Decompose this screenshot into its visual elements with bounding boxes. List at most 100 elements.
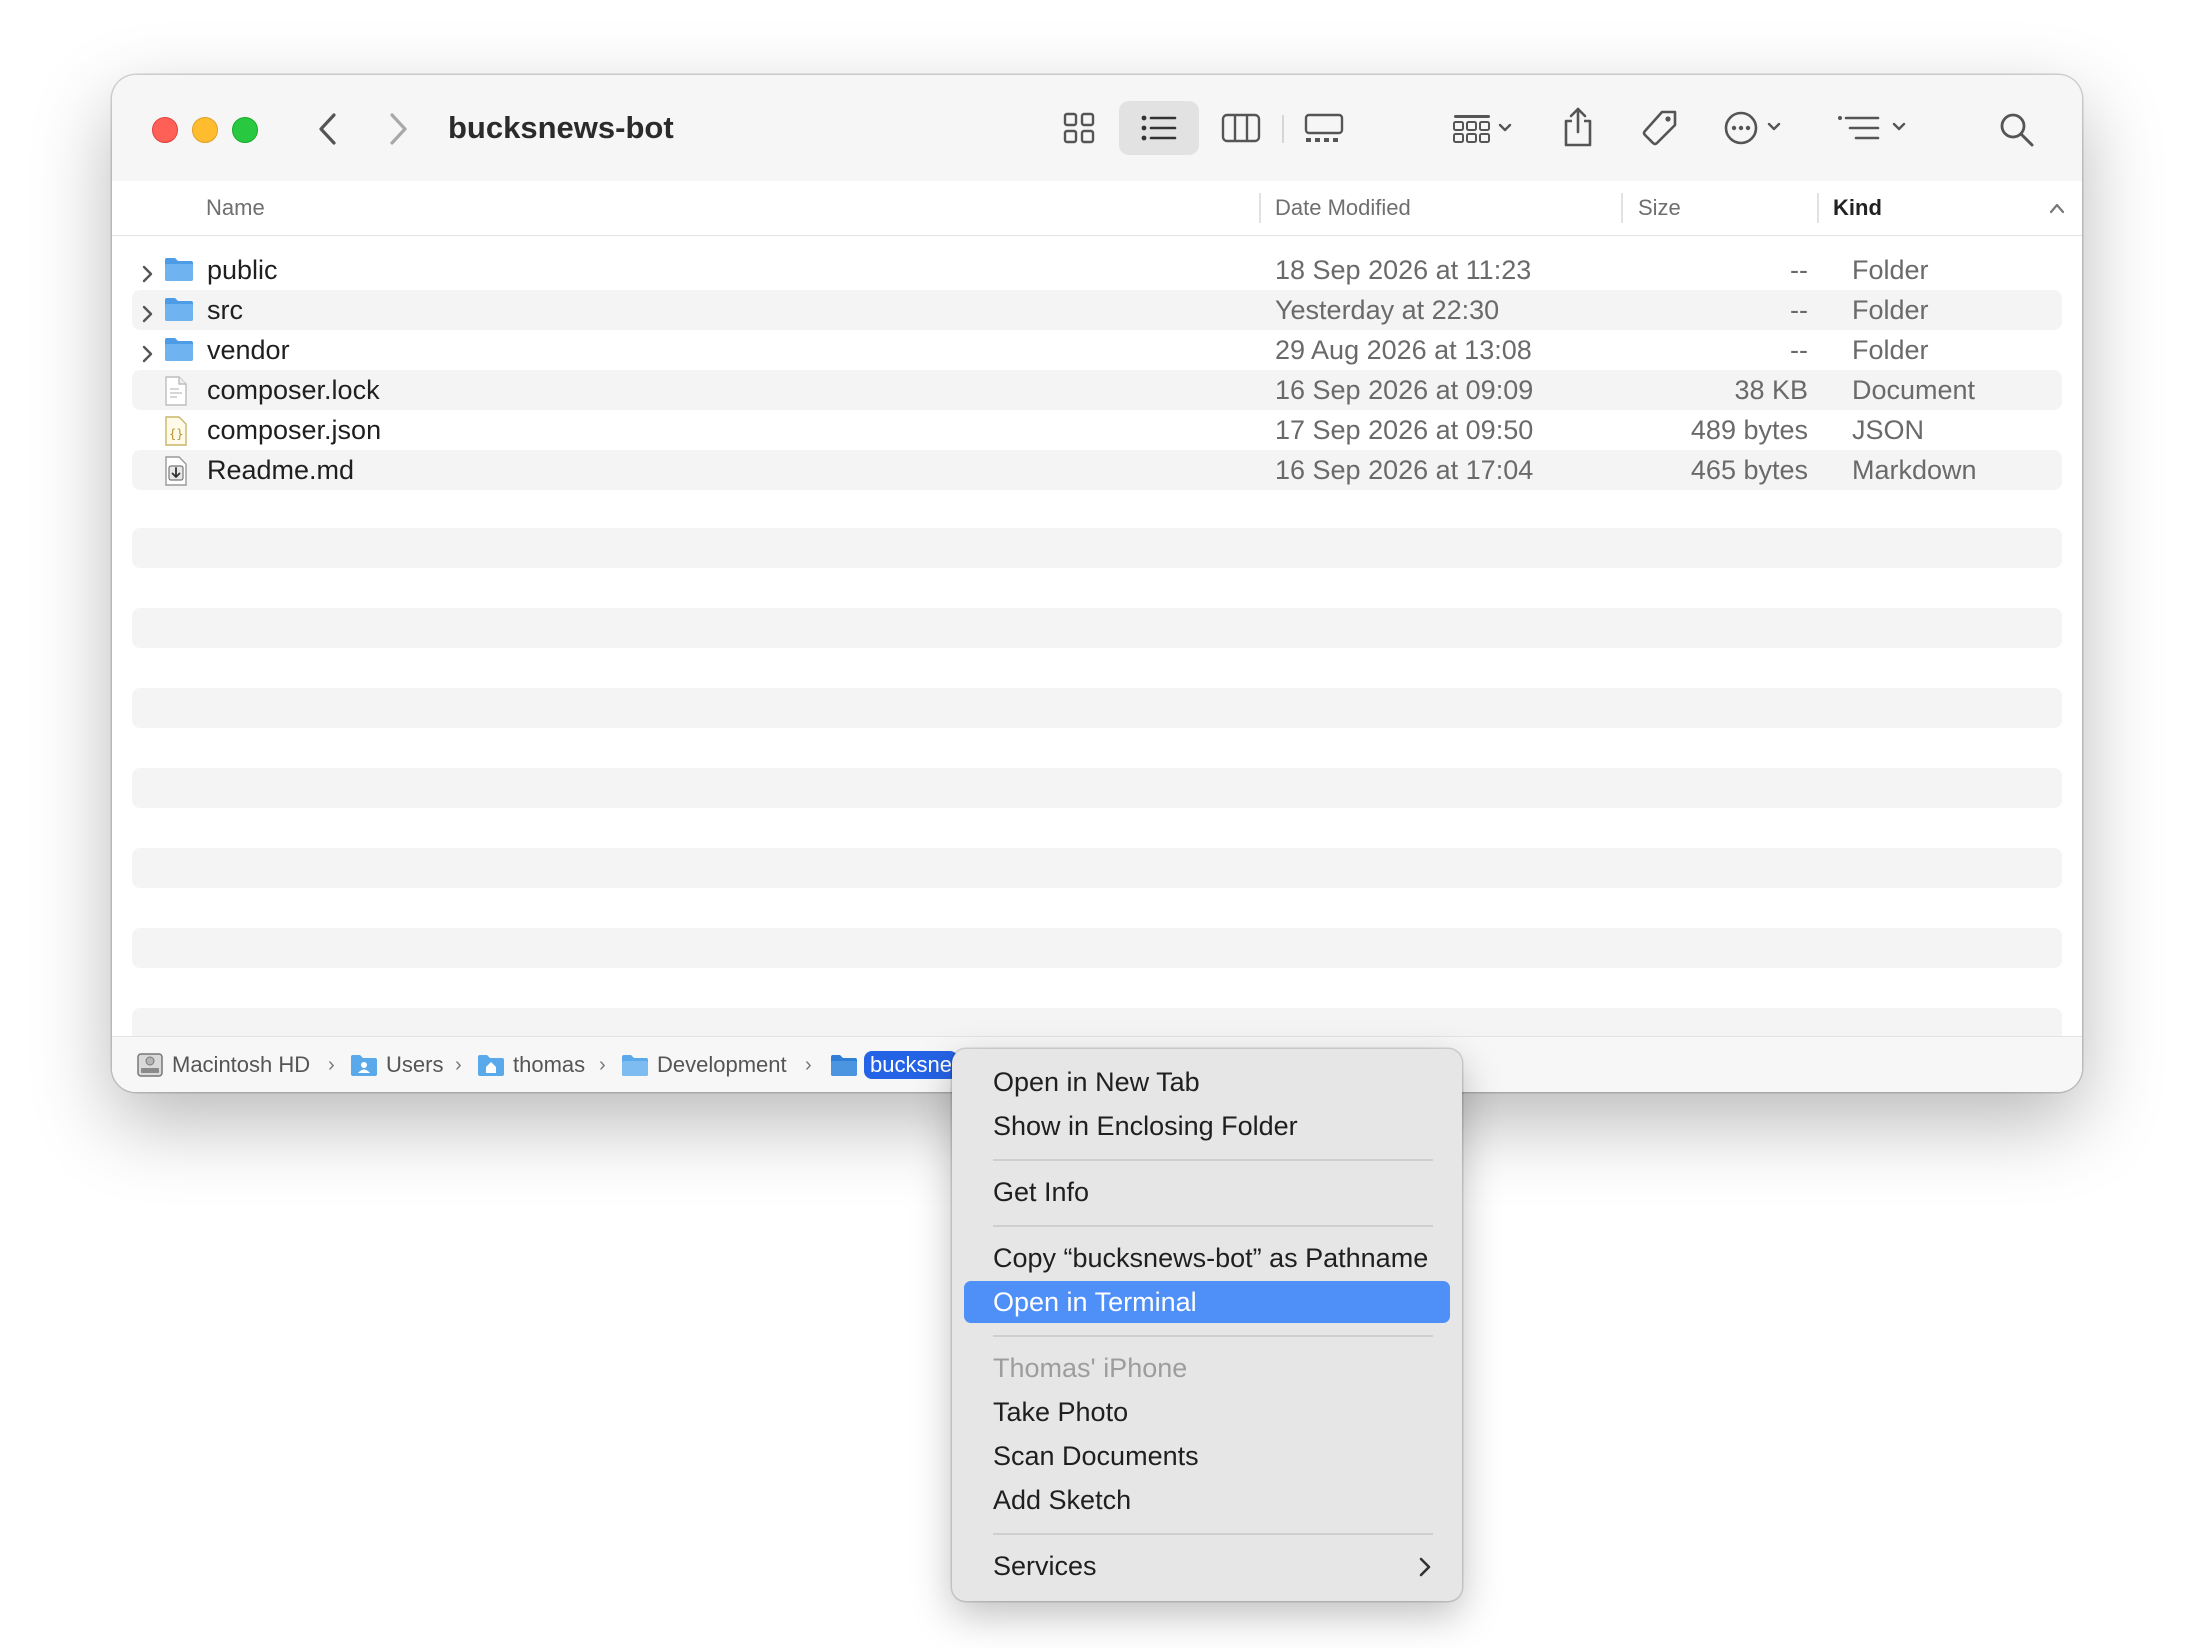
minimize-button[interactable] [192, 117, 218, 143]
path-item-current-folder[interactable]: bucksne [830, 1051, 958, 1079]
column-divider[interactable] [1621, 193, 1623, 223]
chevron-right-icon [1419, 1557, 1431, 1577]
column-divider[interactable] [1817, 193, 1819, 223]
menu-separator [993, 1533, 1433, 1535]
menu-item-copy-as-pathname[interactable]: Copy “bucksnews-bot” as Pathname [964, 1237, 1450, 1279]
file-date-modified: Yesterday at 22:30 [1275, 295, 1500, 325]
file-size: 489 bytes [1690, 415, 1808, 445]
menu-item-get-info[interactable]: Get Info [964, 1171, 1450, 1213]
search-icon [2000, 113, 2034, 147]
menu-item-label: Services [993, 1551, 1097, 1581]
path-separator-icon: › [805, 1054, 812, 1076]
json-file-icon: {} [164, 416, 188, 453]
back-icon [319, 113, 336, 145]
file-kind: Folder [1852, 255, 1929, 285]
window-title: bucksnews-bot [448, 110, 674, 145]
path-item-label: thomas [513, 1052, 586, 1077]
path-separator-icon: › [328, 1054, 335, 1076]
file-name: vendor [207, 335, 290, 365]
gallery-view-button[interactable] [1284, 101, 1364, 155]
share-button[interactable] [1548, 99, 1608, 155]
markdown-file-icon [164, 456, 188, 493]
path-item-label: Development [657, 1052, 787, 1077]
share-icon [1564, 107, 1592, 147]
column-divider[interactable] [1259, 193, 1261, 223]
forward-button[interactable] [378, 109, 418, 149]
group-button[interactable] [1438, 101, 1528, 155]
folder-icon [164, 256, 194, 289]
file-name: composer.json [207, 415, 382, 445]
file-date-modified: 18 Sep 2026 at 11:23 [1275, 255, 1532, 285]
empty-row [132, 848, 2062, 888]
menu-separator [993, 1335, 1433, 1337]
sort-ascending-icon [2049, 203, 2065, 214]
search-button[interactable] [1992, 105, 2042, 155]
column-header-bar: Name Date Modified Size Kind [112, 181, 2082, 236]
path-item-macintosh-hd[interactable]: Macintosh HD [136, 1051, 310, 1079]
sort-options-button[interactable] [1826, 101, 1922, 155]
file-kind: Folder [1852, 335, 1929, 365]
disclosure-triangle-icon[interactable] [140, 260, 154, 291]
toolbar: bucksnews-bot [112, 75, 2082, 182]
file-row[interactable]: public 18 Sep 2026 at 11:23 -- Folder [132, 250, 2062, 290]
file-kind: Document [1852, 375, 1976, 405]
menu-item-take-photo[interactable]: Take Photo [964, 1391, 1450, 1433]
file-name: src [207, 295, 243, 325]
file-name: public [207, 255, 278, 285]
more-actions-icon [1724, 111, 1781, 145]
menu-item-show-in-enclosing-folder[interactable]: Show in Enclosing Folder [964, 1105, 1450, 1147]
gallery-view-icon [1304, 113, 1344, 142]
file-date-modified: 16 Sep 2026 at 17:04 [1275, 455, 1534, 485]
tag-icon [1642, 110, 1677, 146]
file-size: 38 KB [1734, 375, 1808, 405]
menu-item-open-in-terminal[interactable]: Open in Terminal [964, 1281, 1450, 1323]
file-size: -- [1790, 255, 1808, 285]
menu-item-services[interactable]: Services [964, 1545, 1450, 1587]
close-button[interactable] [152, 117, 178, 143]
tag-button[interactable] [1630, 101, 1690, 155]
file-row[interactable]: composer.lock 16 Sep 2026 at 09:09 38 KB Do… [132, 370, 2062, 410]
zoom-button[interactable] [232, 117, 258, 143]
finder-window: bucksnews-bot Name Date Modified Size Ki… [112, 75, 2082, 1092]
list-view-button[interactable] [1119, 101, 1199, 155]
icon-view-button[interactable] [1042, 101, 1116, 155]
disclosure-triangle-icon[interactable] [140, 340, 154, 371]
file-kind: JSON [1852, 415, 1925, 445]
path-item-thomas[interactable]: thomas [477, 1051, 585, 1079]
column-header-date-modified[interactable]: Date Modified [1275, 181, 1411, 235]
disclosure-triangle-icon[interactable] [140, 300, 154, 331]
path-separator-icon: › [455, 1054, 462, 1076]
file-size: -- [1790, 335, 1808, 365]
empty-row [132, 688, 2062, 728]
empty-row [132, 528, 2062, 568]
folder-icon [831, 1055, 857, 1076]
path-item-development[interactable]: Development [621, 1051, 787, 1079]
menu-item-open-in-new-tab[interactable]: Open in New Tab [964, 1061, 1450, 1103]
file-row[interactable]: vendor 29 Aug 2026 at 13:08 -- Folder [132, 330, 2062, 370]
file-size: -- [1790, 295, 1808, 325]
forward-icon [390, 113, 407, 145]
file-row[interactable]: Readme.md 16 Sep 2026 at 17:04 465 bytes Ma… [132, 450, 2062, 490]
more-actions-button[interactable] [1716, 101, 1796, 155]
file-kind: Markdown [1852, 455, 1977, 485]
column-header-size[interactable]: Size [1638, 181, 1681, 235]
file-row[interactable]: src Yesterday at 22:30 -- Folder [132, 290, 2062, 330]
empty-row [132, 608, 2062, 648]
folder-icon [164, 296, 194, 329]
list-view-icon [1141, 115, 1177, 141]
file-row[interactable]: {} composer.json 17 Sep 2026 at 09:50 489 b… [132, 410, 2062, 450]
menu-item-add-sketch[interactable]: Add Sketch [964, 1479, 1450, 1521]
path-item-label: bucksne [864, 1051, 958, 1079]
menu-item-scan-documents[interactable]: Scan Documents [964, 1435, 1450, 1477]
column-header-name[interactable]: Name [206, 181, 265, 235]
file-kind: Folder [1852, 295, 1929, 325]
column-header-kind[interactable]: Kind [1833, 181, 1882, 235]
empty-row [132, 768, 2062, 808]
file-name: composer.lock [207, 375, 380, 405]
path-item-users[interactable]: Users [350, 1051, 443, 1079]
empty-row [132, 928, 2062, 968]
column-view-button[interactable] [1202, 101, 1280, 155]
document-icon [164, 376, 188, 413]
back-button[interactable] [308, 109, 348, 149]
file-size: 465 bytes [1690, 455, 1808, 485]
